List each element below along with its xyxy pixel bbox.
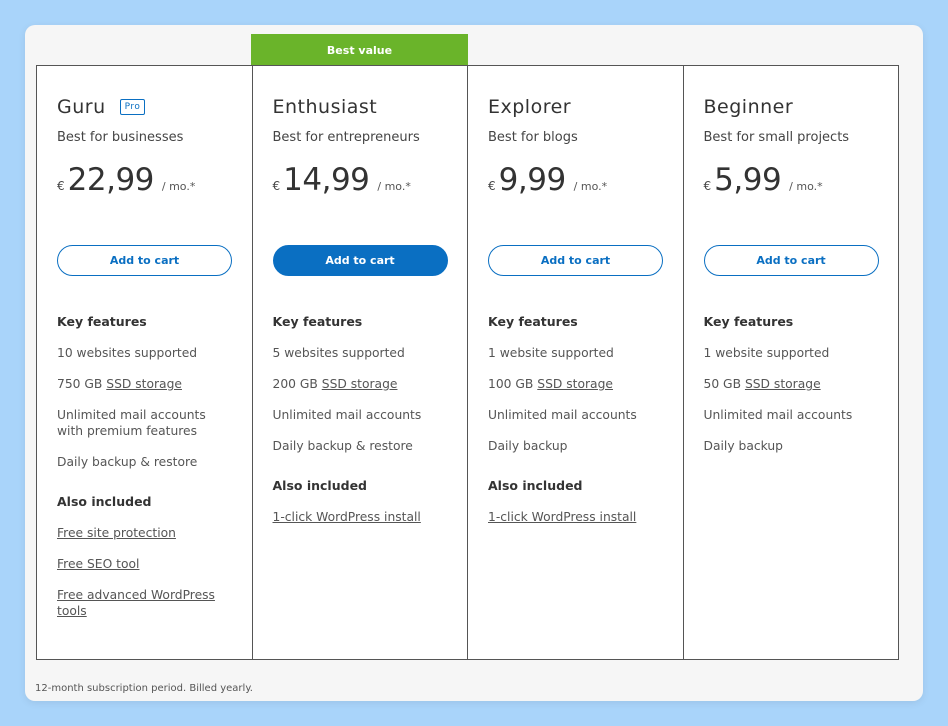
feature-storage: 100 GB SSD storage xyxy=(488,376,663,392)
feature-websites: 1 website supported xyxy=(703,346,830,360)
plan-price: € 14,99 / mo.* xyxy=(273,162,411,198)
plan-tagline: Best for small projects xyxy=(703,130,850,145)
plan-card-enthusiast: Enthusiast Best for entrepreneurs € 14,9… xyxy=(253,66,468,659)
key-features-title: Key features xyxy=(703,314,794,329)
plan-name: Explorer xyxy=(488,96,572,118)
free-wordpress-tools-link[interactable]: Free advanced WordPress tools xyxy=(57,587,232,619)
storage-amount: 100 GB xyxy=(488,377,538,391)
plan-tagline: Best for businesses xyxy=(57,130,184,145)
price-period: / mo.* xyxy=(377,180,411,193)
feature-backup: Daily backup xyxy=(488,439,568,453)
add-to-cart-button[interactable]: Add to cart xyxy=(272,245,448,276)
wordpress-install-link[interactable]: 1-click WordPress install xyxy=(273,509,448,525)
price-amount: 5,99 xyxy=(714,162,782,198)
feature-websites: 10 websites supported xyxy=(57,346,198,360)
storage-amount: 750 GB xyxy=(57,377,107,391)
also-included-title: Also included xyxy=(488,478,583,493)
price-amount: 14,99 xyxy=(283,162,370,198)
currency-symbol: € xyxy=(703,179,712,193)
add-to-cart-button[interactable]: Add to cart xyxy=(488,245,663,276)
plan-name-text: Guru xyxy=(57,96,106,118)
price-period: / mo.* xyxy=(573,180,608,193)
also-included-title: Also included xyxy=(57,494,152,509)
free-seo-tool-link[interactable]: Free SEO tool xyxy=(57,556,232,572)
feature-backup: Daily backup xyxy=(703,439,783,453)
feature-storage: 50 GB SSD storage xyxy=(704,376,879,392)
features-list: Key features 10 websites supported 750 G… xyxy=(57,314,232,634)
feature-mail: Unlimited mail accounts xyxy=(703,408,853,422)
plan-tagline: Best for entrepreneurs xyxy=(272,130,420,145)
feature-storage: 750 GB SSD storage xyxy=(57,376,232,392)
ssd-storage-link[interactable]: SSD storage xyxy=(322,377,398,391)
add-to-cart-button[interactable]: Add to cart xyxy=(57,245,232,276)
plan-price: € 22,99 / mo.* xyxy=(57,162,195,198)
plan-card-beginner: Beginner Best for small projects € 5,99 … xyxy=(684,66,899,659)
price-period: / mo.* xyxy=(161,180,196,193)
key-features-title: Key features xyxy=(57,314,147,329)
feature-websites: 1 website supported xyxy=(488,346,614,360)
storage-amount: 200 GB xyxy=(272,377,322,391)
ssd-storage-link[interactable]: SSD storage xyxy=(106,377,182,391)
feature-storage: 200 GB SSD storage xyxy=(273,376,448,392)
feature-websites: 5 websites supported xyxy=(272,346,405,360)
plan-card-guru: Guru Pro Best for businesses € 22,99 / mo… xyxy=(37,66,253,659)
plan-price: € 9,99 / mo.* xyxy=(488,162,607,198)
features-list: Key features 5 websites supported 200 GB… xyxy=(273,314,448,540)
storage-amount: 50 GB xyxy=(703,377,745,391)
wordpress-install-link[interactable]: 1-click WordPress install xyxy=(488,509,663,525)
pricing-grid: Guru Pro Best for businesses € 22,99 / mo… xyxy=(36,65,899,660)
features-list: Key features 1 website supported 100 GB … xyxy=(488,314,663,540)
also-included-title: Also included xyxy=(272,478,368,493)
features-list: Key features 1 website supported 50 GB S… xyxy=(704,314,879,469)
currency-symbol: € xyxy=(57,179,65,193)
add-to-cart-button[interactable]: Add to cart xyxy=(703,245,879,276)
price-amount: 22,99 xyxy=(67,162,155,198)
feature-mail: Unlimited mail accounts with premium fea… xyxy=(57,408,206,438)
best-value-badge: Best value xyxy=(251,34,468,66)
feature-mail: Unlimited mail accounts xyxy=(488,408,637,422)
billing-footnote: 12-month subscription period. Billed yea… xyxy=(35,683,253,694)
plan-name: Enthusiast xyxy=(272,96,378,118)
feature-backup: Daily backup & restore xyxy=(57,455,198,469)
plan-name: Guru Pro xyxy=(57,96,146,118)
plan-price: € 5,99 / mo.* xyxy=(704,162,823,198)
pro-tag: Pro xyxy=(119,99,146,115)
key-features-title: Key features xyxy=(488,314,578,329)
plan-tagline: Best for blogs xyxy=(488,130,578,145)
price-amount: 9,99 xyxy=(498,162,567,198)
ssd-storage-link[interactable]: SSD storage xyxy=(745,377,821,391)
feature-backup: Daily backup & restore xyxy=(272,439,413,453)
plan-card-explorer: Explorer Best for blogs € 9,99 / mo.* Ad… xyxy=(468,66,684,659)
feature-mail: Unlimited mail accounts xyxy=(272,408,422,422)
key-features-title: Key features xyxy=(272,314,363,329)
ssd-storage-link[interactable]: SSD storage xyxy=(537,377,613,391)
currency-symbol: € xyxy=(272,179,281,193)
free-site-protection-link[interactable]: Free site protection xyxy=(57,525,232,541)
currency-symbol: € xyxy=(488,179,496,193)
plan-name: Beginner xyxy=(703,96,794,118)
price-period: / mo.* xyxy=(789,180,823,193)
